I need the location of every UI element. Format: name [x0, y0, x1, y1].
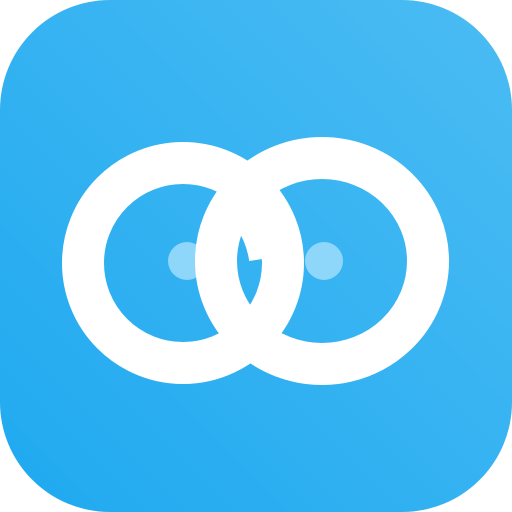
app-icon[interactable]: [0, 0, 512, 512]
app-icon-graphic: [0, 0, 512, 512]
right-dot: [305, 242, 343, 280]
